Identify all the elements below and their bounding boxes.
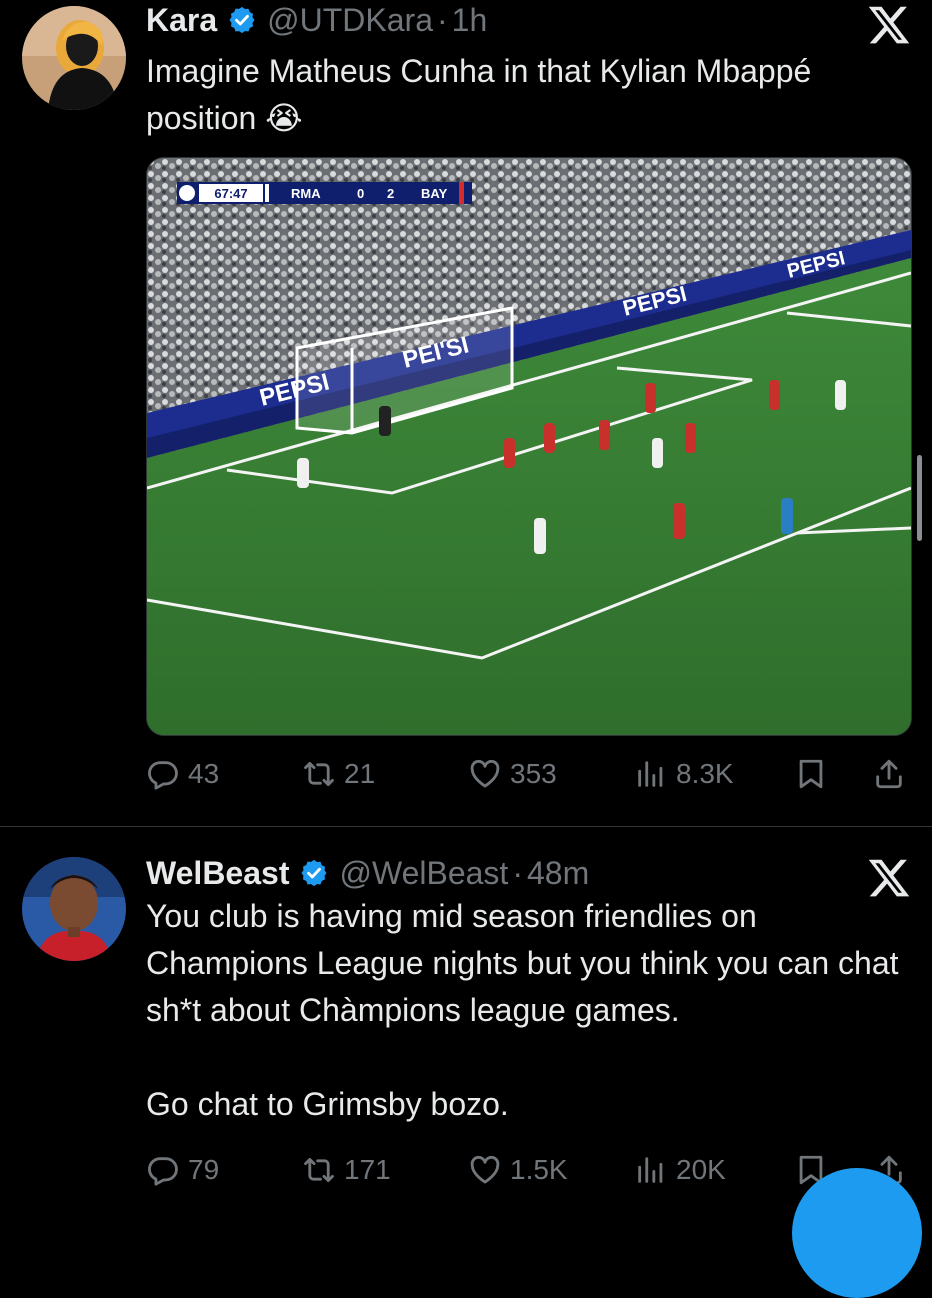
scoreboard-away-score: 2 <box>387 186 394 201</box>
share-icon <box>876 759 902 789</box>
repost-icon <box>304 1157 334 1183</box>
tweet-header: WelBeast @WelBeast · 48m <box>146 851 589 895</box>
tweet-text: Imagine Matheus Cunha in that Kylian Mba… <box>146 53 821 136</box>
tweet[interactable]: WelBeast @WelBeast · 48m You club is hav… <box>0 827 932 1200</box>
repost-icon <box>304 761 334 787</box>
author-name[interactable]: WelBeast <box>146 855 289 892</box>
tweet-text: You club is having mid season friendlies… <box>146 898 899 1122</box>
author-handle[interactable]: @WelBeast <box>339 855 508 892</box>
reply-icon <box>148 1157 178 1186</box>
repost-count: 21 <box>344 758 376 789</box>
action-bar: 43 21 353 8.3K <box>146 752 910 796</box>
verified-badge-icon <box>229 6 255 34</box>
heart-icon <box>470 759 500 788</box>
like-button[interactable]: 353 <box>468 752 557 796</box>
avatar[interactable] <box>22 857 126 961</box>
separator-dot: · <box>512 854 523 891</box>
like-button[interactable]: 1.5K <box>468 1148 568 1192</box>
scoreboard-home: RMA <box>291 186 321 201</box>
view-count: 8.3K <box>676 758 734 789</box>
tweet[interactable]: Kara @UTDKara · 1h Imagine Matheus Cunha… <box>0 0 932 826</box>
view-count: 20K <box>676 1154 726 1185</box>
repost-count: 171 <box>344 1154 391 1185</box>
verified-badge-icon <box>301 859 327 887</box>
tweet-media[interactable]: 67:47 RMA 0 2 BAY PEPSI PEPSI PEPSI PEI'… <box>146 157 912 736</box>
separator-dot: · <box>437 1 448 38</box>
scoreboard-away: BAY <box>421 186 448 201</box>
reply-button[interactable]: 43 <box>146 752 219 796</box>
share-button[interactable] <box>872 752 906 796</box>
repost-button[interactable]: 171 <box>302 1148 391 1192</box>
timestamp[interactable]: 1h <box>452 2 488 39</box>
reply-count: 43 <box>188 758 220 789</box>
avatar[interactable] <box>22 6 126 110</box>
action-bar: 79 171 1.5K 20K <box>146 1148 910 1192</box>
scoreboard-home-score: 0 <box>357 186 364 201</box>
reply-icon <box>148 761 178 790</box>
repost-button[interactable]: 21 <box>302 752 375 796</box>
scoreboard-clock: 67:47 <box>214 186 247 201</box>
timestamp[interactable]: 48m <box>527 855 589 892</box>
reply-button[interactable]: 79 <box>146 1148 219 1192</box>
compose-button[interactable] <box>792 1168 922 1298</box>
views-button[interactable]: 20K <box>634 1148 726 1192</box>
views-button[interactable]: 8.3K <box>634 752 734 796</box>
bookmark-icon <box>799 759 823 789</box>
author-name[interactable]: Kara <box>146 2 217 39</box>
football-pitch-image: 67:47 RMA 0 2 BAY PEPSI PEPSI PEPSI PEI'… <box>147 158 911 735</box>
x-logo-icon <box>868 6 910 44</box>
views-icon <box>638 1157 663 1183</box>
tweet-header: Kara @UTDKara · 1h <box>146 0 487 40</box>
views-icon <box>638 761 663 787</box>
bookmark-button[interactable] <box>794 752 828 796</box>
heart-icon <box>470 1155 500 1184</box>
like-count: 353 <box>510 758 557 789</box>
author-handle[interactable]: @UTDKara <box>267 2 433 39</box>
scrollbar[interactable] <box>917 455 922 541</box>
like-count: 1.5K <box>510 1154 568 1185</box>
reply-count: 79 <box>188 1154 220 1185</box>
